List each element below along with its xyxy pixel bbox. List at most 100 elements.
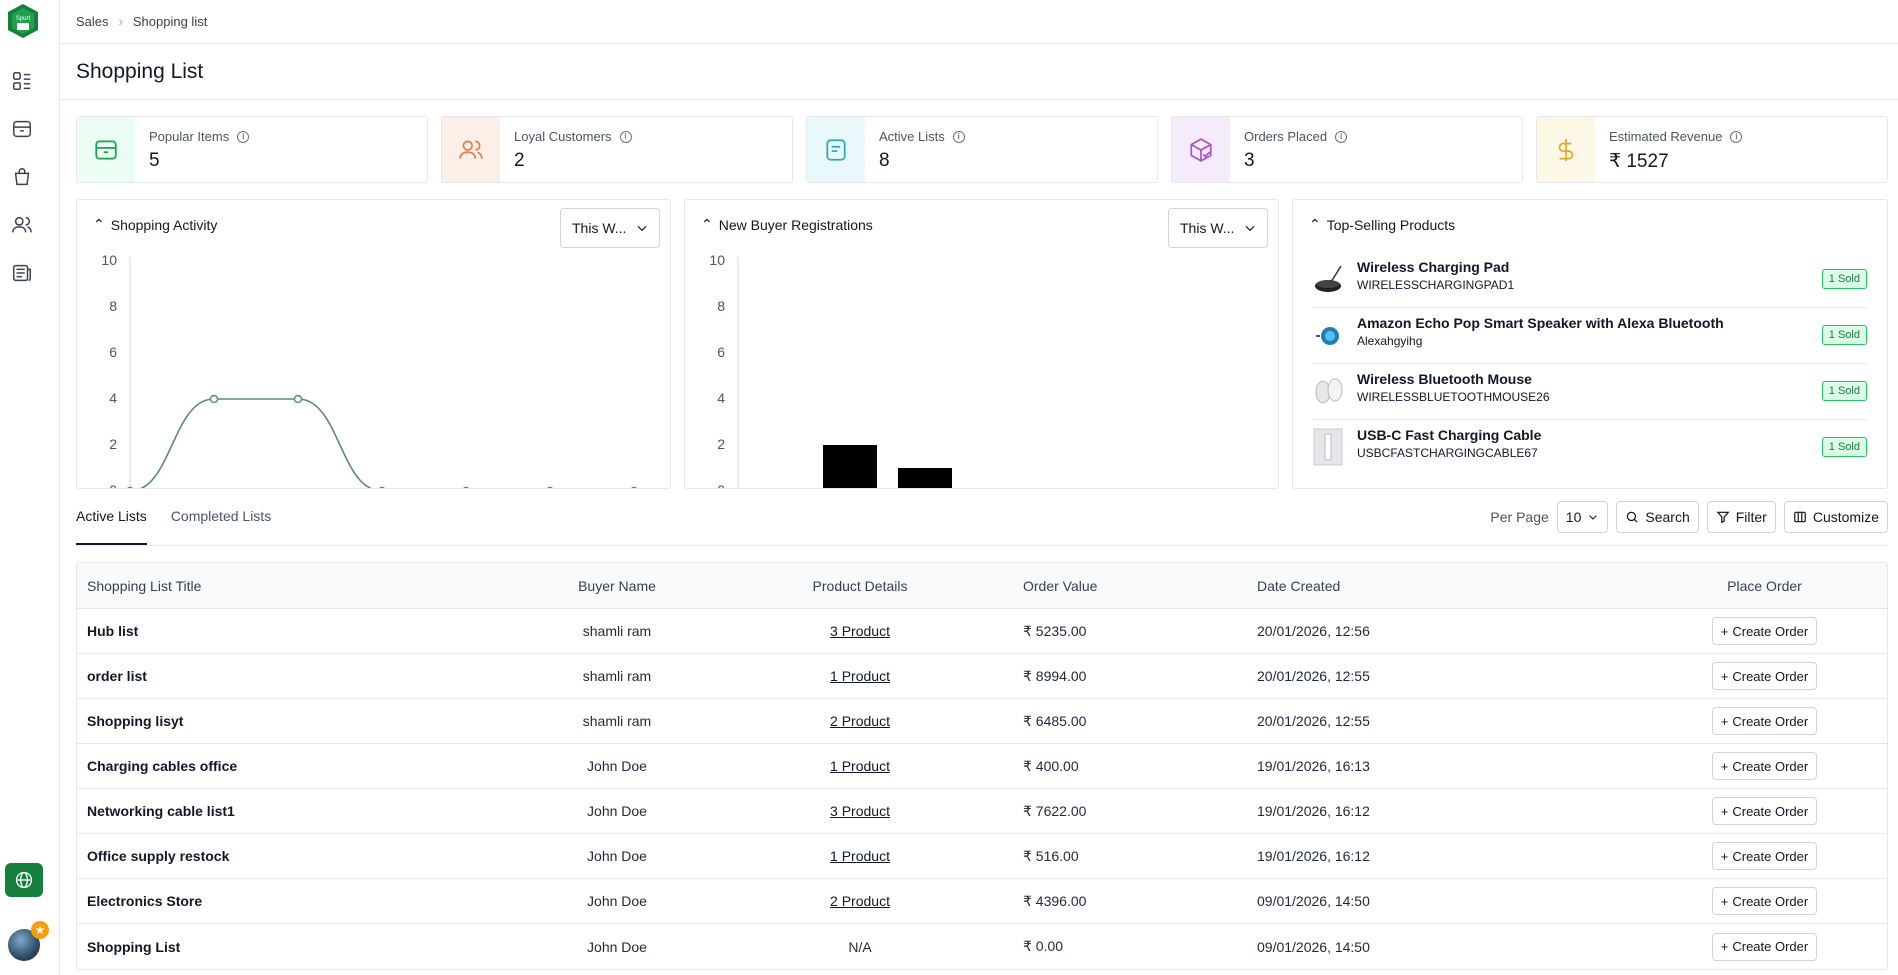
buyer-name: shamli ram xyxy=(582,713,652,729)
table-row[interactable]: Hub list shamli ram 3 Product ₹ 5235.00 20/0… xyxy=(77,609,1887,654)
table-row[interactable]: Charging cables office John Doe 1 Product ₹… xyxy=(77,744,1887,789)
globe-button[interactable] xyxy=(5,863,43,897)
filter-label: Filter xyxy=(1735,509,1767,525)
column-header[interactable]: Date Created xyxy=(1257,563,1340,608)
plus-icon: + xyxy=(1720,623,1729,639)
info-icon[interactable]: i xyxy=(1335,130,1348,143)
table-header-row: Shopping List Title Buyer Name Product D… xyxy=(77,563,1887,609)
tab-completed-lists[interactable]: Completed Lists xyxy=(171,508,271,545)
bar xyxy=(898,468,952,488)
create-order-button[interactable]: + Create Order xyxy=(1711,932,1818,961)
column-header[interactable]: Shopping List Title xyxy=(87,563,201,608)
create-order-label: Create Order xyxy=(1732,713,1809,729)
list-item[interactable]: Wireless Charging Pad WIRELESSCHARGINGPA… xyxy=(1313,252,1867,308)
columns-icon xyxy=(1794,511,1806,523)
column-header[interactable]: Order Value xyxy=(1023,563,1097,608)
product-details-link[interactable]: 2 Product xyxy=(830,893,890,909)
registrations-panel: ⌃ New Buyer Registrations This W... 10 8 … xyxy=(684,199,1279,489)
brand-logo[interactable]: Spurt xyxy=(6,3,40,39)
product-details-link[interactable]: 3 Product xyxy=(830,623,890,639)
stat-value: 8 xyxy=(879,150,890,171)
breadcrumb-parent[interactable]: Sales xyxy=(76,14,109,29)
customize-button[interactable]: Customize xyxy=(1783,501,1888,533)
product-sku: WIRELESSCHARGINGPAD1 xyxy=(1357,278,1515,292)
create-order-button[interactable]: + Create Order xyxy=(1711,887,1818,915)
stat-value: 3 xyxy=(1244,150,1255,171)
order-value: ₹ 516.00 xyxy=(1023,847,1079,864)
search-button[interactable]: Search xyxy=(1616,501,1699,533)
list-item[interactable]: Wireless Bluetooth Mouse WIRELESSBLUETOO… xyxy=(1313,364,1867,420)
shopping-bag-icon[interactable] xyxy=(10,165,34,189)
product-details-link[interactable]: 3 Product xyxy=(830,803,890,819)
create-order-button[interactable]: + Create Order xyxy=(1711,842,1818,870)
place-order-cell: + Create Order xyxy=(1707,834,1822,878)
activity-line-chart xyxy=(127,257,637,488)
buyer-name: John Doe xyxy=(587,938,647,955)
globe-icon xyxy=(15,871,33,889)
table-row[interactable]: Office supply restock John Doe 1 Product ₹ … xyxy=(77,834,1887,879)
list-item[interactable]: Amazon Echo Pop Smart Speaker with Alexa… xyxy=(1313,308,1867,364)
product-details-link[interactable]: 1 Product xyxy=(830,758,890,774)
table-row[interactable]: Shopping lisyt shamli ram 2 Product ₹ 6485.… xyxy=(77,699,1887,744)
info-icon[interactable]: i xyxy=(237,130,250,143)
sidebar: Spurt ★ xyxy=(0,0,60,975)
place-order-cell: + Create Order xyxy=(1707,654,1822,698)
archive-box-icon[interactable] xyxy=(10,117,34,141)
column-header[interactable]: Place Order xyxy=(1707,563,1822,608)
create-order-label: Create Order xyxy=(1732,893,1809,909)
plus-icon: + xyxy=(1720,668,1729,684)
product-details: 1 Product xyxy=(800,834,920,878)
product-details-link[interactable]: 2 Product xyxy=(830,713,890,729)
info-icon[interactable]: i xyxy=(1730,130,1743,143)
product-details: 2 Product xyxy=(800,699,920,743)
product-image xyxy=(1313,316,1343,354)
panel-title[interactable]: ⌃ Top-Selling Products xyxy=(1309,216,1455,233)
product-details-link[interactable]: 1 Product xyxy=(830,668,890,684)
newspaper-icon[interactable] xyxy=(10,261,34,285)
create-order-button[interactable]: + Create Order xyxy=(1711,752,1818,780)
stat-label: Estimated Revenue xyxy=(1609,129,1723,144)
list-title[interactable]: order list xyxy=(87,654,147,698)
plus-icon: + xyxy=(1720,893,1729,909)
list-title[interactable]: Charging cables office xyxy=(87,744,237,788)
place-order-cell: + Create Order xyxy=(1707,879,1822,923)
filter-button[interactable]: Filter xyxy=(1706,501,1776,533)
plus-icon: + xyxy=(1720,848,1729,864)
series-line xyxy=(139,398,373,488)
stat-card-popular-items: Popular Items i 5 xyxy=(76,116,428,183)
date-created: 09/01/2026, 14:50 xyxy=(1257,893,1370,909)
date-created: 20/01/2026, 12:55 xyxy=(1257,668,1370,684)
info-icon[interactable]: i xyxy=(952,130,965,143)
product-sku: Alexahgyihg xyxy=(1357,334,1423,348)
list-title[interactable]: Hub list xyxy=(87,609,138,653)
create-order-button[interactable]: + Create Order xyxy=(1711,662,1818,690)
list-title[interactable]: Electronics Store xyxy=(87,879,202,923)
breadcrumb: Sales › Shopping list xyxy=(60,0,1898,44)
create-order-button[interactable]: + Create Order xyxy=(1711,617,1818,645)
tab-active-lists[interactable]: Active Lists xyxy=(76,508,147,545)
product-details-link[interactable]: 1 Product xyxy=(830,848,890,864)
users-icon[interactable] xyxy=(10,213,34,237)
list-title[interactable]: Shopping List xyxy=(87,924,180,969)
table-row[interactable]: order list shamli ram 1 Product ₹ 8994.00 20… xyxy=(77,654,1887,699)
per-page-label: Per Page xyxy=(1490,509,1549,525)
per-page-select[interactable]: 10 xyxy=(1556,501,1609,533)
create-order-button[interactable]: + Create Order xyxy=(1711,797,1818,825)
list-title[interactable]: Shopping lisyt xyxy=(87,699,183,743)
table-row[interactable]: Electronics Store John Doe 2 Product ₹ 4396… xyxy=(77,879,1887,924)
list-title[interactable]: Office supply restock xyxy=(87,834,229,878)
list-title[interactable]: Networking cable list1 xyxy=(87,789,235,833)
column-header[interactable]: Product Details xyxy=(800,563,920,608)
buyer-name: John Doe xyxy=(587,758,647,774)
table-row[interactable]: Shopping List John Doe N/A ₹ 0.00 09/01/2026… xyxy=(77,924,1887,969)
list-item[interactable]: USB-C Fast Charging Cable USBCFASTCHARGI… xyxy=(1313,420,1867,476)
info-icon[interactable]: i xyxy=(619,130,632,143)
table-row[interactable]: Networking cable list1 John Doe 3 Product ₹… xyxy=(77,789,1887,834)
star-icon: ★ xyxy=(31,921,49,939)
table-toolbar: Per Page 10 Search Filter Customize xyxy=(1490,501,1888,533)
order-value: ₹ 5235.00 xyxy=(1023,622,1087,639)
create-order-button[interactable]: + Create Order xyxy=(1711,707,1818,735)
column-header[interactable]: Buyer Name xyxy=(567,563,667,608)
stat-value: 2 xyxy=(514,150,525,171)
dashboard-icon[interactable] xyxy=(10,69,34,93)
